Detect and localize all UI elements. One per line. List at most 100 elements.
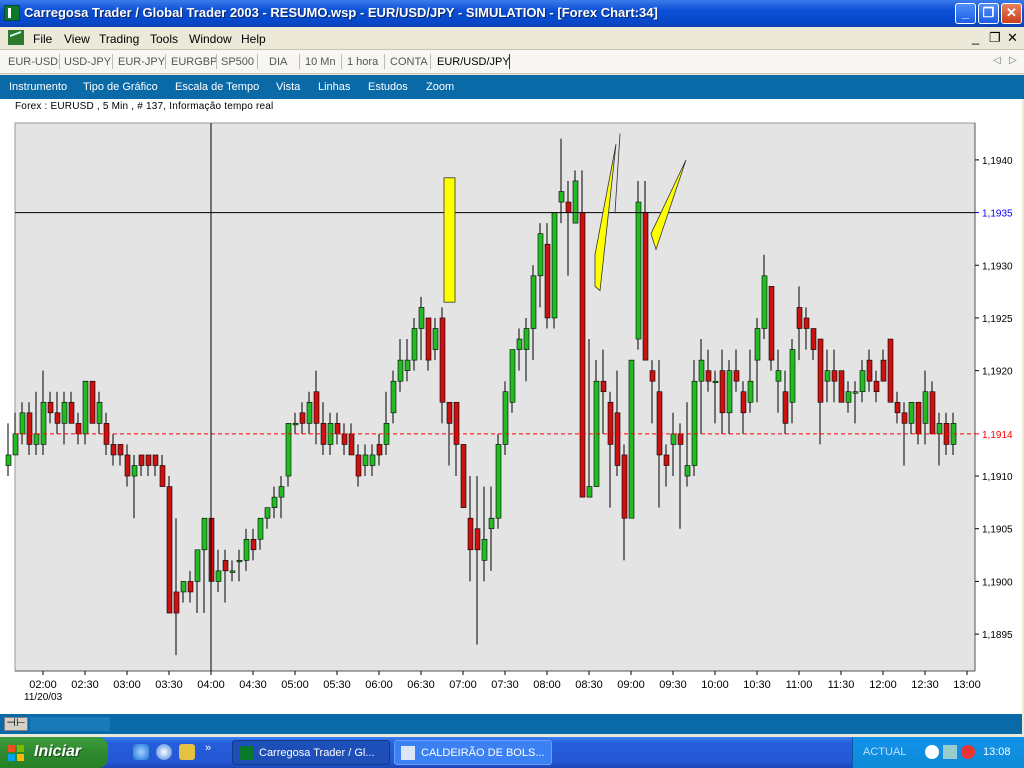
symbol-tab[interactable]: EUR-JPY — [118, 56, 165, 68]
chart-scrollbar[interactable]: ⊣⊢ — [0, 714, 1022, 734]
candle-body-up — [635, 201, 642, 340]
minimize-button[interactable]: _ — [955, 3, 976, 24]
toolbar-instrumento[interactable]: Instrumento — [9, 81, 67, 93]
network-icon[interactable] — [943, 745, 957, 759]
candle-body-down — [145, 454, 152, 466]
symbol-tab[interactable]: 10 Mn — [305, 56, 336, 68]
task-carregosa-trader[interactable]: Carregosa Trader / Gl... — [232, 740, 390, 765]
y-tick-label: 1,1920 — [982, 367, 1013, 378]
tray-actual-label[interactable]: ACTUAL — [863, 746, 906, 758]
candle-body-down — [719, 370, 726, 414]
menu-view[interactable]: View — [64, 32, 90, 46]
candle-body-down — [453, 401, 460, 445]
toolbar-vista[interactable]: Vista — [276, 81, 300, 93]
symbol-tab[interactable]: EURGBP — [171, 56, 217, 68]
candle-body-up — [908, 401, 915, 424]
candle-body-down — [810, 328, 817, 350]
divider — [112, 54, 113, 69]
task-caldeirao[interactable]: CALDEIRÃO DE BOLS... — [394, 740, 552, 765]
candle-body-down — [740, 391, 747, 414]
media-player-icon[interactable] — [156, 744, 172, 760]
start-button[interactable]: Iniciar — [0, 737, 108, 768]
symbol-tab[interactable]: USD-JPY — [64, 56, 111, 68]
mdi-close-button[interactable]: ✕ — [1007, 30, 1018, 46]
symbol-tab[interactable]: SP500 — [221, 56, 254, 68]
chart-window: 1,1895 1,1900 1,1905 1,1910 1,1920 1,1925 1,19… — [0, 99, 1024, 714]
x-tick-label: 12:00 — [869, 679, 897, 691]
toolbar-escala-tempo[interactable]: Escala de Tempo — [175, 81, 259, 93]
plot-area[interactable] — [14, 122, 976, 672]
candle[interactable] — [628, 359, 635, 519]
windows-flag-icon — [8, 745, 24, 761]
quicklaunch-more-icon[interactable]: » — [205, 742, 211, 754]
candle[interactable] — [502, 381, 509, 455]
candle-body-up — [397, 359, 404, 382]
scrollbar-track[interactable] — [30, 717, 110, 731]
yellow-rectangle-marker[interactable] — [443, 177, 456, 303]
candle-body-down — [607, 401, 614, 445]
candle-body-up — [551, 212, 558, 319]
candle[interactable] — [838, 370, 845, 403]
candle-body-down — [68, 401, 75, 424]
mdi-restore-button[interactable]: ❐ — [989, 30, 1001, 46]
symbol-tab[interactable]: EUR-USD — [8, 56, 58, 68]
candle[interactable] — [495, 433, 502, 529]
toolbar-estudos[interactable]: Estudos — [368, 81, 408, 93]
candle-body-down — [803, 317, 810, 329]
x-tick-label: 07:30 — [491, 679, 519, 691]
document-chart-icon[interactable] — [8, 30, 24, 45]
candle-body-up — [264, 507, 271, 519]
candle-body-up — [278, 486, 285, 498]
candle-body-up — [96, 401, 103, 424]
scroll-right-icon[interactable]: ▷ — [1009, 55, 1017, 66]
maximize-button[interactable]: ❐ — [978, 3, 999, 24]
candle-body-down — [649, 370, 656, 382]
security-alert-icon[interactable] — [961, 745, 975, 759]
candle-body-up — [845, 391, 852, 403]
x-tick-label: 08:30 — [575, 679, 603, 691]
candle[interactable] — [887, 338, 894, 403]
candle-body-up — [432, 328, 439, 350]
candle[interactable] — [635, 180, 642, 350]
candle[interactable] — [551, 212, 558, 329]
tray-back-icon[interactable] — [925, 745, 939, 759]
menu-file[interactable]: File — [33, 32, 52, 46]
candle[interactable] — [89, 380, 96, 424]
candle-body-down — [621, 454, 628, 519]
candle-body-down — [138, 454, 145, 466]
candle-body-down — [152, 454, 159, 466]
scroll-left-icon[interactable]: ◁ — [993, 55, 1001, 66]
toolbar-zoom[interactable]: Zoom — [426, 81, 454, 93]
candlestick-chart[interactable]: 1,1895 1,1900 1,1905 1,1910 1,1920 1,1925 1,19… — [0, 99, 1022, 714]
candle[interactable] — [579, 170, 586, 498]
candle[interactable] — [768, 286, 775, 371]
menu-window[interactable]: Window — [189, 32, 232, 46]
taskbar: Iniciar » Carregosa Trader / Gl... CALDE… — [0, 737, 1024, 768]
candle-body-down — [873, 380, 880, 393]
close-button[interactable]: ✕ — [1001, 3, 1022, 24]
candle-body-up — [362, 454, 369, 466]
quicklaunch-app-icon[interactable] — [179, 744, 195, 760]
candle-body-up — [754, 328, 761, 361]
mdi-minimize-button[interactable]: _ — [972, 30, 979, 45]
internet-explorer-icon[interactable] — [133, 744, 149, 760]
menu-tools[interactable]: Tools — [150, 32, 178, 46]
symbol-tab[interactable]: DIA — [269, 56, 287, 68]
symbol-tab[interactable]: 1 hora — [347, 56, 378, 68]
candle[interactable] — [166, 476, 173, 614]
symbol-tab-active[interactable]: EUR/USD/JPY — [437, 56, 510, 68]
candle-body-down — [929, 391, 936, 435]
candle[interactable] — [5, 423, 12, 477]
menu-trading[interactable]: Trading — [99, 32, 139, 46]
window-title: Carregosa Trader / Global Trader 2003 - … — [24, 5, 658, 20]
scroll-left-button[interactable]: ⊣⊢ — [4, 717, 28, 731]
menu-help[interactable]: Help — [241, 32, 266, 46]
symbol-tab[interactable]: CONTA — [390, 56, 428, 68]
candle-body-up — [271, 496, 278, 508]
toolbar-linhas[interactable]: Linhas — [318, 81, 350, 93]
candle[interactable] — [460, 444, 467, 508]
candle-body-up — [33, 433, 40, 445]
toolbar-tipo-grafico[interactable]: Tipo de Gráfico — [83, 81, 158, 93]
candle-body-down — [425, 317, 432, 361]
candle-body-down — [89, 380, 96, 424]
